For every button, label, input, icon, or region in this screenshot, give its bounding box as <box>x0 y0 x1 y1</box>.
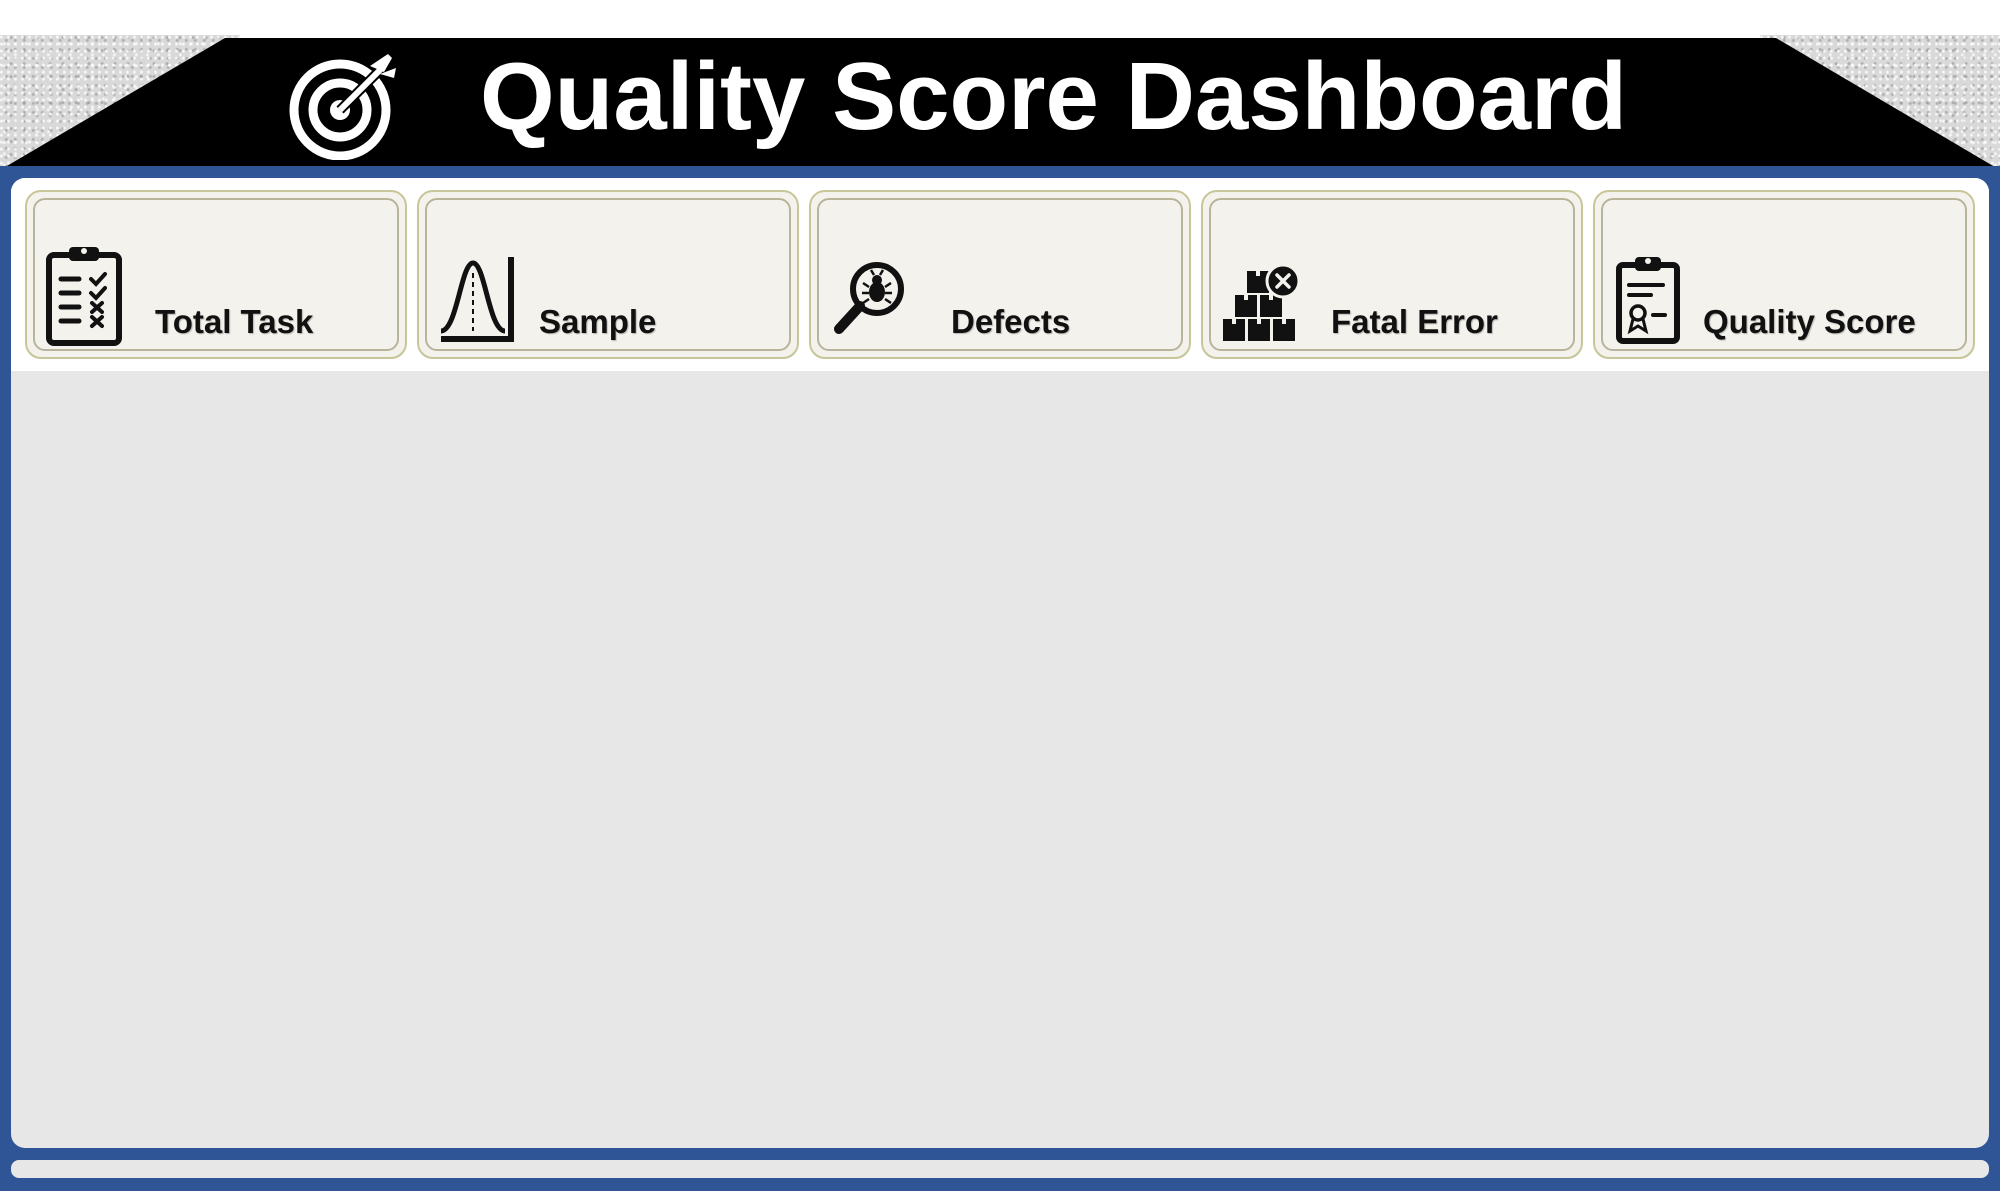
boxes-error-icon <box>1223 263 1301 341</box>
clipboard-checklist-icon <box>46 247 122 346</box>
target-arrow-icon <box>288 52 400 161</box>
magnifier-bug-icon <box>834 262 904 334</box>
kpi-card-sample[interactable]: Sample <box>417 190 799 359</box>
bell-curve-icon <box>440 257 514 342</box>
kpi-card-fatal-error[interactable]: Fatal Error <box>1201 190 1583 359</box>
footer-strip <box>11 1160 1989 1178</box>
kpi-label: Total Task <box>155 303 314 340</box>
kpi-label: Sample <box>539 303 657 340</box>
kpi-card-inner: Defects <box>817 198 1183 351</box>
kpi-card-total-task[interactable]: Total Task <box>25 190 407 359</box>
kpi-card-inner: Fatal Error <box>1209 198 1575 351</box>
kpi-card-inner: Total Task <box>33 198 399 351</box>
kpi-label: Defects <box>951 303 1071 340</box>
kpi-card-inner: Sample <box>425 198 791 351</box>
kpi-card-quality-score[interactable]: Quality Score <box>1593 190 1975 359</box>
kpi-label: Quality Score <box>1703 303 1916 340</box>
page-title: Quality Score Dashboard <box>480 43 1627 150</box>
kpi-card-inner: Quality Score <box>1601 198 1967 351</box>
kpi-card-defects[interactable]: Defects <box>809 190 1191 359</box>
clipboard-certificate-icon <box>1616 257 1680 344</box>
kpi-label: Fatal Error <box>1331 303 1498 340</box>
